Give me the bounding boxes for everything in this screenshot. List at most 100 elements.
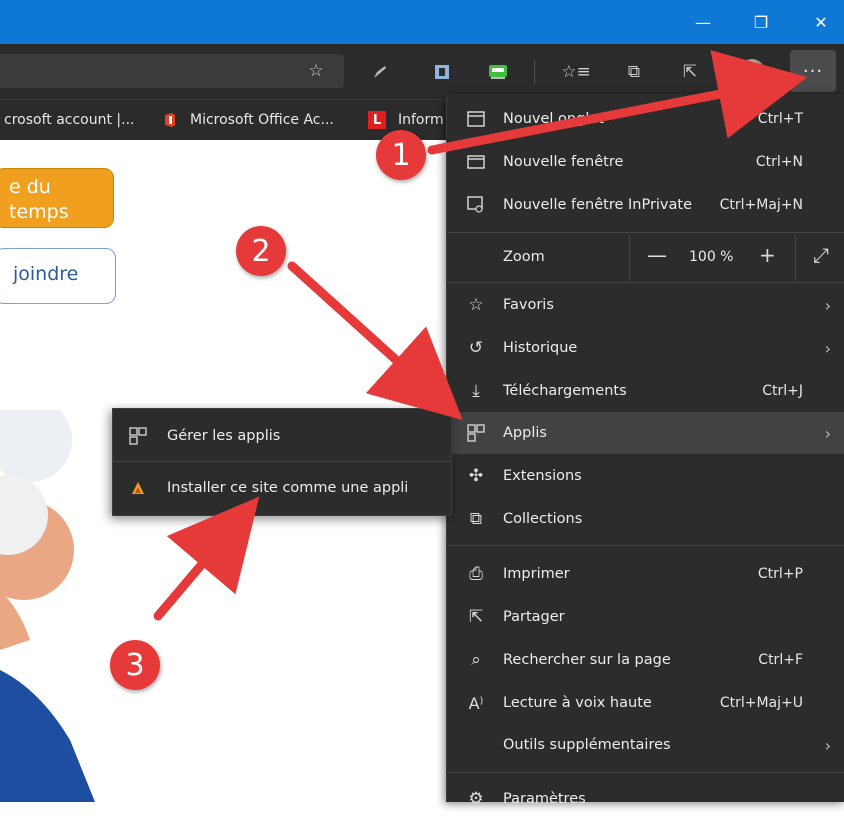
l-logo-icon: L — [368, 111, 386, 129]
menu-item-favorites[interactable]: ☆ Favoris › — [447, 284, 844, 326]
menu-item-label: Téléchargements — [503, 383, 627, 399]
join-button[interactable]: joindre — [0, 248, 116, 304]
browser-menu: Nouvel onglet Ctrl+T Nouvelle fenêtre Ct… — [446, 94, 844, 809]
menu-item-read-aloud[interactable]: A⁾ Lecture à voix haute Ctrl+Maj+U — [447, 682, 844, 724]
menu-item-label: Collections — [503, 511, 583, 527]
restore-button[interactable]: ❐ — [738, 0, 784, 44]
menu-item-share[interactable]: ⇱ Partager — [447, 596, 844, 638]
menu-item-shortcut: Ctrl+N — [755, 154, 803, 170]
menu-item-label: Lecture à voix haute — [503, 695, 652, 711]
zoom-divider — [629, 235, 630, 281]
submenu-item-label: Installer ce site comme une appli — [167, 480, 409, 496]
menu-item-history[interactable]: ↺ Historique › — [447, 327, 844, 369]
menu-item-label: Applis — [503, 425, 547, 441]
history-icon: ↺ — [468, 338, 484, 358]
browser-toolbar: ☆ ☆≡ ⧉ ⇱ ··· — [0, 44, 844, 99]
orange-button-line-2: 2020 — [9, 226, 58, 248]
submenu-item-install-app[interactable]: Installer ce site comme une appli — [113, 463, 451, 513]
menu-item-label: Paramètres — [503, 791, 586, 807]
star-icon[interactable]: ☆ — [302, 57, 330, 85]
menu-separator — [447, 282, 844, 283]
zoom-out-button[interactable]: — — [647, 243, 667, 267]
chevron-right-icon: › — [824, 295, 831, 315]
pen-icon[interactable] — [366, 58, 394, 86]
menu-item-label: Extensions — [503, 468, 582, 484]
menu-item-label: Nouvelle fenêtre — [503, 154, 624, 170]
menu-item-shortcut: Ctrl+J — [762, 383, 803, 399]
menu-item-new-window[interactable]: Nouvelle fenêtre Ctrl+N — [447, 141, 844, 183]
new-window-icon — [465, 151, 487, 173]
annotation-badge-3: 3 — [110, 640, 160, 690]
menu-item-shortcut: Ctrl+T — [757, 111, 803, 127]
submenu-separator — [113, 461, 451, 462]
zoom-in-button[interactable]: + — [759, 243, 776, 267]
profile-avatar[interactable] — [738, 58, 766, 86]
menu-item-label: Favoris — [503, 297, 554, 313]
inprivate-icon — [465, 194, 487, 216]
menu-item-label: Nouvelle fenêtre InPrivate — [503, 197, 693, 213]
print-icon: ⎙ — [469, 564, 483, 584]
menu-item-extensions[interactable]: ✣ Extensions — [447, 455, 844, 497]
install-app-icon — [127, 477, 149, 499]
toolbar-divider — [534, 60, 535, 84]
read-aloud-icon: A⁾ — [468, 693, 484, 713]
menu-item-label: Partager — [503, 609, 565, 625]
menu-item-new-tab[interactable]: Nouvel onglet Ctrl+T — [447, 98, 844, 140]
chevron-right-icon: › — [824, 338, 831, 358]
menu-separator — [447, 232, 844, 233]
favorite-label: crosoft account |... — [4, 112, 135, 128]
submenu-item-manage-apps[interactable]: Gérer les applis — [113, 411, 451, 461]
menu-item-more-tools[interactable]: Outils supplémentaires › — [447, 724, 844, 766]
close-button[interactable]: ✕ — [798, 0, 844, 44]
menu-item-inprivate[interactable]: Nouvelle fenêtre InPrivate Ctrl+Maj+N — [447, 184, 844, 226]
minimize-button[interactable]: — — [680, 0, 726, 44]
collections-icon: ⧉ — [469, 509, 483, 529]
download-icon: ⤓ — [472, 381, 480, 401]
submenu-item-label: Gérer les applis — [167, 428, 281, 444]
new-tab-icon — [465, 108, 487, 130]
zoom-value: 100 % — [689, 249, 734, 265]
favorite-microsoft-account[interactable]: crosoft account |... — [4, 100, 134, 140]
annotation-badge-2: 2 — [236, 226, 286, 276]
share-icon[interactable]: ⇱ — [676, 58, 704, 86]
menu-item-settings[interactable]: ⚙ Paramètres — [447, 778, 844, 820]
menu-item-shortcut: Ctrl+Maj+N — [719, 197, 803, 213]
extension-icon[interactable] — [484, 58, 512, 86]
apps-icon — [465, 422, 487, 444]
illustration-person — [0, 410, 95, 802]
favorite-label: Microsoft Office Ac... — [190, 112, 334, 128]
collections-icon[interactable]: ⧉ — [620, 58, 648, 86]
menu-item-downloads[interactable]: ⤓ Téléchargements Ctrl+J — [447, 370, 844, 412]
zoom-divider — [795, 235, 796, 281]
favorite-label: Inform — [398, 112, 444, 128]
zoom-row: Zoom — 100 % + ⤢ — [447, 235, 844, 281]
chevron-right-icon: › — [824, 423, 831, 443]
find-icon: ⌕ — [471, 650, 481, 670]
menu-item-apps[interactable]: Applis › — [447, 412, 844, 454]
fullscreen-button[interactable]: ⤢ — [813, 243, 829, 267]
menu-item-label: Imprimer — [503, 566, 570, 582]
orange-button-line-1: e du temps — [9, 176, 69, 223]
menu-item-shortcut: Ctrl+P — [757, 566, 803, 582]
favorites-icon: ☆ — [468, 295, 484, 315]
extensions-icon: ✣ — [468, 466, 484, 486]
more-options-button[interactable]: ··· — [790, 50, 836, 92]
menu-separator — [447, 545, 844, 546]
menu-item-print[interactable]: ⎙ Imprimer Ctrl+P — [447, 553, 844, 595]
menu-item-collections[interactable]: ⧉ Collections — [447, 498, 844, 540]
office-logo-icon — [162, 112, 178, 128]
apps-icon — [127, 425, 149, 447]
window-titlebar: — ❐ ✕ — [0, 0, 844, 44]
orange-button[interactable]: e du temps 2020 — [0, 168, 114, 248]
menu-item-shortcut: Ctrl+Maj+U — [719, 695, 803, 711]
settings-icon: ⚙ — [468, 789, 484, 809]
menu-item-label: Rechercher sur la page — [503, 652, 671, 668]
zoom-label: Zoom — [503, 249, 545, 265]
favorites-icon[interactable]: ☆≡ — [561, 58, 590, 86]
apps-submenu: Gérer les applis Installer ce site comme… — [112, 408, 452, 516]
menu-item-find[interactable]: ⌕ Rechercher sur la page Ctrl+F — [447, 639, 844, 681]
favorite-microsoft-office[interactable]: Microsoft Office Ac... — [162, 100, 334, 140]
chevron-right-icon: › — [824, 735, 831, 755]
address-bar[interactable]: ☆ — [0, 54, 344, 88]
reader-icon[interactable] — [428, 58, 456, 86]
